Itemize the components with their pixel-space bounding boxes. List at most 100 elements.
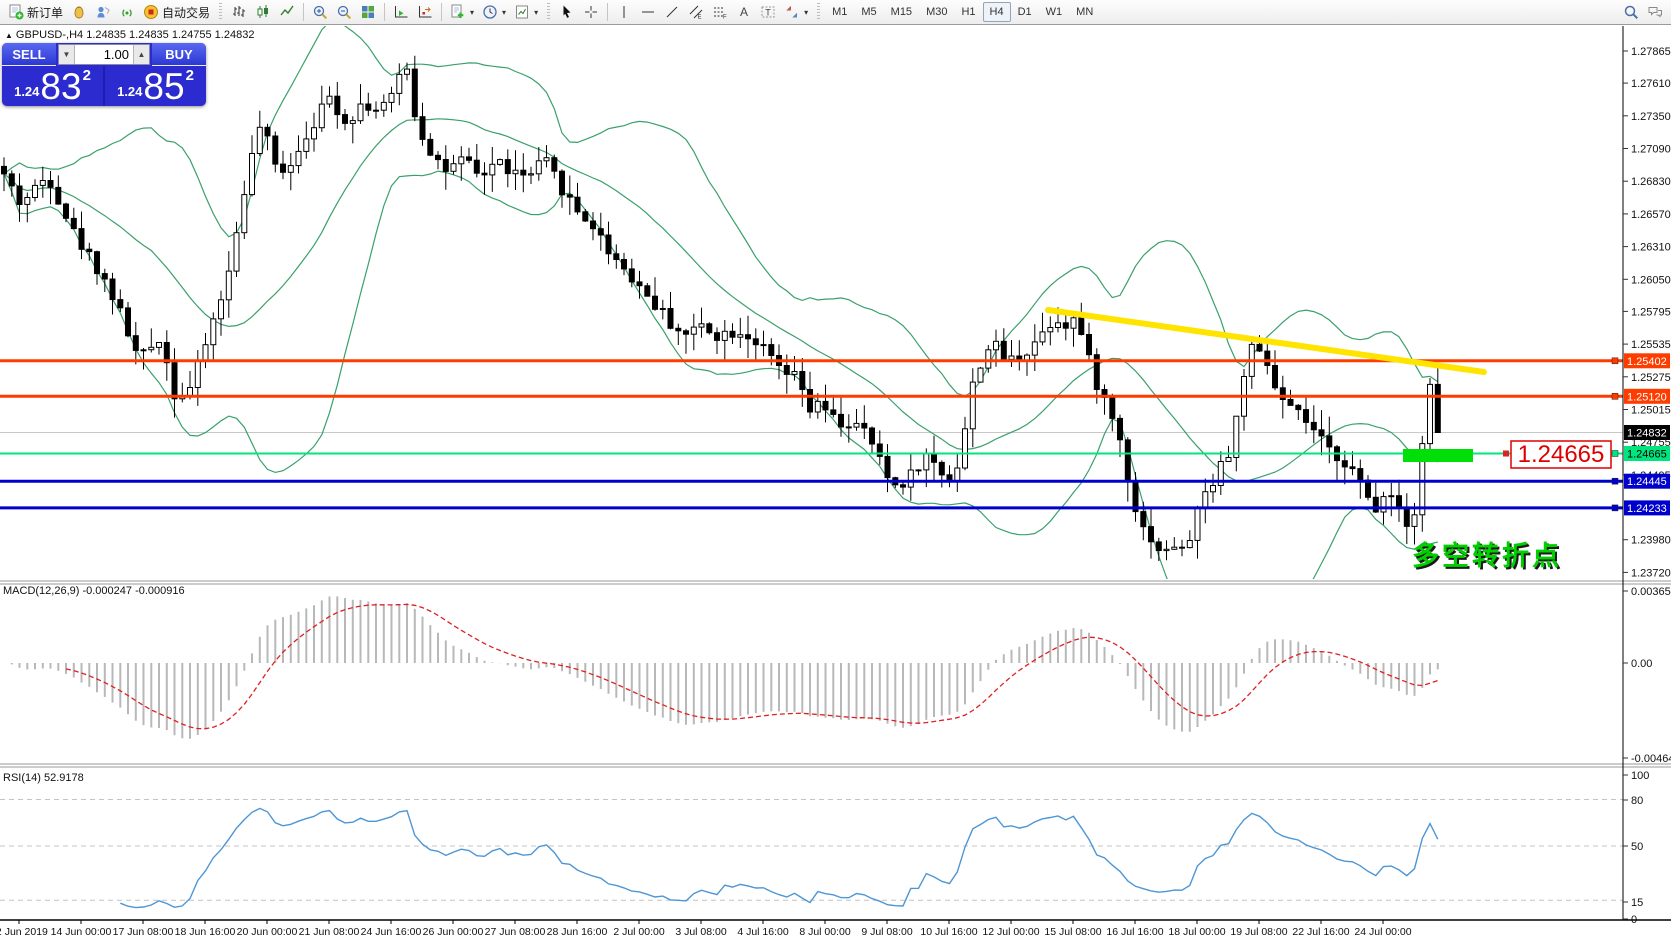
- timeframe-h4[interactable]: H4: [983, 2, 1011, 22]
- volume-decrease-button[interactable]: ▼: [59, 45, 75, 64]
- candle: [1389, 496, 1394, 497]
- axis-label: 1.26050: [1631, 274, 1671, 286]
- buy-button[interactable]: BUY: [152, 43, 206, 66]
- indicators-button[interactable]: ▾: [446, 0, 478, 24]
- candle: [234, 233, 239, 271]
- level-anchor[interactable]: [1612, 478, 1618, 484]
- market-button[interactable]: [67, 0, 91, 24]
- candle: [1327, 436, 1332, 447]
- timeframe-m1[interactable]: M1: [825, 2, 854, 22]
- candle: [1149, 527, 1154, 542]
- macd-label: MACD(12,26,9) -0.000247 -0.000916: [3, 585, 185, 597]
- chevron-down-icon[interactable]: ▾: [502, 8, 506, 17]
- crosshair-button[interactable]: [579, 0, 603, 24]
- time-label: 24 Jul 00:00: [1354, 926, 1411, 938]
- candle: [327, 96, 332, 104]
- candle: [1195, 507, 1200, 540]
- cursor-button[interactable]: [555, 0, 579, 24]
- auto-scroll-button[interactable]: [389, 0, 413, 24]
- volume-stepper[interactable]: ▼ 1.00 ▲: [58, 44, 150, 65]
- candle: [908, 470, 913, 487]
- signals-button[interactable]: [115, 0, 139, 24]
- templates-button[interactable]: ▾: [510, 0, 542, 24]
- callout-anchor[interactable]: [1503, 451, 1509, 457]
- timeframe-d1[interactable]: D1: [1011, 2, 1039, 22]
- toolbar-grip[interactable]: [817, 3, 820, 21]
- buy-price[interactable]: 1.24852: [105, 66, 206, 106]
- candle: [823, 401, 828, 410]
- time-label: 16 Jul 16:00: [1106, 926, 1163, 938]
- level-anchor[interactable]: [1612, 451, 1618, 457]
- tile-windows-button[interactable]: [356, 0, 380, 24]
- candle: [1397, 496, 1402, 507]
- candle: [1404, 507, 1409, 526]
- time-axis[interactable]: 12 Jun 201914 Jun 00:0017 Jun 08:0018 Ju…: [0, 920, 1412, 938]
- candle: [738, 335, 743, 338]
- fibonacci-button[interactable]: F: [708, 0, 732, 24]
- candle: [319, 104, 324, 128]
- text-label-button[interactable]: T: [756, 0, 780, 24]
- highlight-bar[interactable]: [1403, 449, 1473, 462]
- volume-value[interactable]: 1.00: [75, 45, 133, 64]
- text-button[interactable]: A: [732, 0, 756, 24]
- level-anchor[interactable]: [1612, 358, 1618, 364]
- price-axis[interactable]: 1.278651.276101.273501.270901.268301.265…: [1623, 46, 1671, 926]
- candlestick-chart-button[interactable]: [251, 0, 275, 24]
- timeframe-mn[interactable]: MN: [1069, 2, 1100, 22]
- timeframe-w1[interactable]: W1: [1039, 2, 1070, 22]
- level-anchor[interactable]: [1612, 393, 1618, 399]
- zoom-out-button[interactable]: [332, 0, 356, 24]
- chevron-down-icon[interactable]: ▾: [804, 8, 808, 17]
- candle: [684, 331, 689, 334]
- line-chart-button[interactable]: [275, 0, 299, 24]
- candle: [133, 336, 138, 351]
- trendline-button[interactable]: [660, 0, 684, 24]
- timeframe-m30[interactable]: M30: [919, 2, 954, 22]
- candle: [939, 462, 944, 475]
- candle: [885, 456, 890, 477]
- candle: [1412, 515, 1417, 527]
- sell-button[interactable]: SELL: [2, 43, 56, 66]
- bar-chart-button[interactable]: [227, 0, 251, 24]
- signal-icon: [119, 4, 135, 20]
- candle: [405, 69, 410, 74]
- timeframe-m15[interactable]: M15: [884, 2, 919, 22]
- vertical-line-button[interactable]: [612, 0, 636, 24]
- zoom-in-button[interactable]: [308, 0, 332, 24]
- candle: [482, 173, 487, 175]
- main-pane: 1.24665多空转折点多空转折点: [0, 21, 1623, 627]
- chevron-down-icon[interactable]: ▾: [534, 8, 538, 17]
- search-button[interactable]: [1619, 0, 1643, 24]
- candle: [459, 157, 464, 164]
- level-anchor[interactable]: [1612, 505, 1618, 511]
- candle: [722, 331, 727, 340]
- candle: [1141, 512, 1146, 527]
- new-order-button[interactable]: 新订单: [4, 0, 67, 24]
- search-icon: [1623, 4, 1639, 20]
- price-callout-text: 1.24665: [1518, 441, 1605, 468]
- time-label: 2 Jul 00:00: [613, 926, 665, 938]
- autotrade-button[interactable]: 自动交易: [139, 0, 214, 24]
- timeframe-h1[interactable]: H1: [954, 2, 982, 22]
- cn-annotation[interactable]: 多空转折点: [1412, 540, 1562, 571]
- toolbar-grip[interactable]: [219, 3, 222, 21]
- arrow-objects-button[interactable]: ▾: [780, 0, 812, 24]
- chart-title-text: GBPUSD-,H4 1.24835 1.24835 1.24755 1.248…: [16, 29, 255, 41]
- chart-shift-button[interactable]: [413, 0, 437, 24]
- toolbar-grip[interactable]: [547, 3, 550, 21]
- chevron-down-icon[interactable]: ▾: [470, 8, 474, 17]
- candle: [1063, 323, 1068, 328]
- timeframe-m5[interactable]: M5: [854, 2, 883, 22]
- candle: [575, 197, 580, 212]
- candle: [25, 198, 30, 205]
- equidistant-channel-button[interactable]: E: [684, 0, 708, 24]
- profile-button[interactable]: [91, 0, 115, 24]
- candle: [250, 154, 255, 195]
- time-label: 15 Jul 08:00: [1044, 926, 1101, 938]
- horizontal-line-button[interactable]: [636, 0, 660, 24]
- volume-increase-button[interactable]: ▲: [133, 45, 149, 64]
- sell-price[interactable]: 1.24832: [2, 66, 103, 106]
- chat-button[interactable]: [1643, 0, 1667, 24]
- chart-canvas[interactable]: 1.24665多空转折点多空转折点MACD(12,26,9) -0.000247…: [0, 0, 1671, 945]
- periods-button[interactable]: ▾: [478, 0, 510, 24]
